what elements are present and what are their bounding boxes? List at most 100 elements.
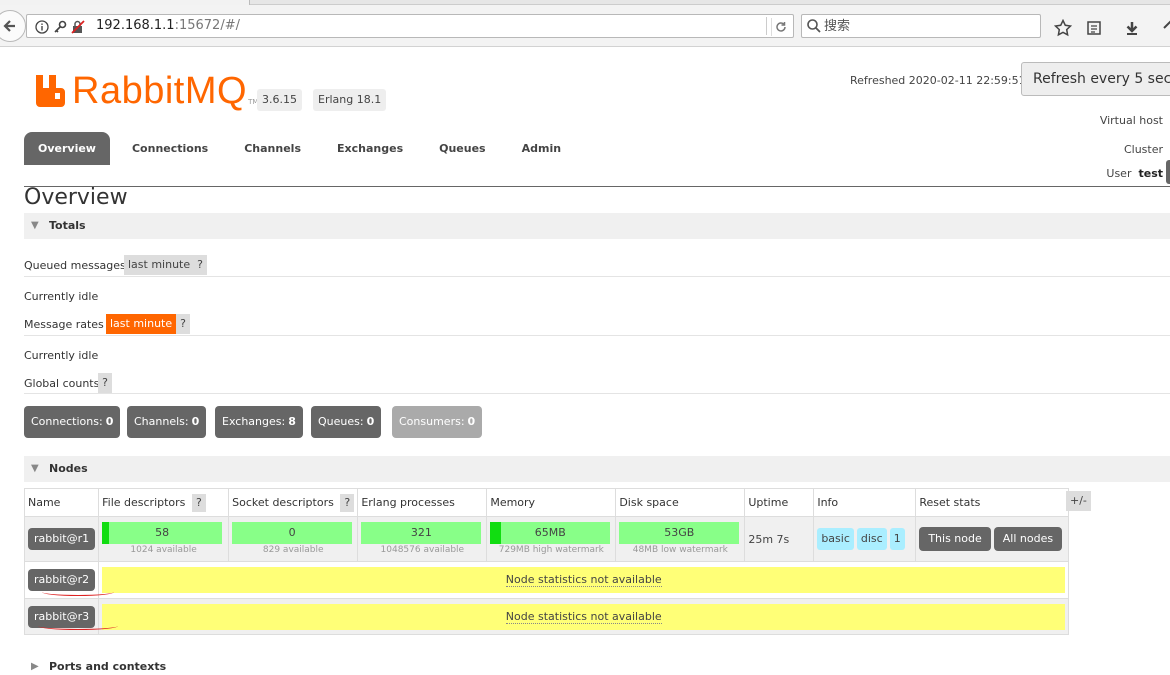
back-arrow-icon	[3, 20, 15, 32]
search-icon	[806, 18, 822, 37]
file-descriptors-available: 1024 available	[130, 545, 197, 555]
back-button[interactable]	[0, 10, 26, 42]
node-unavailable-message: Node statistics not available	[505, 609, 662, 624]
global-counts-label: Global counts	[24, 377, 100, 390]
file-descriptors-cell: 58 1024 available	[98, 516, 230, 562]
channels-count-button[interactable]: Channels: 0	[127, 406, 207, 438]
info-cell: basic disc 1	[813, 516, 917, 562]
user-name: test	[1138, 167, 1163, 180]
column-header-disk-space: Disk space	[615, 488, 746, 517]
logo-text: RabbitMQ	[72, 70, 248, 112]
url-text[interactable]: 192.168.1.1:15672/#/	[96, 18, 240, 33]
file-descriptors-help[interactable]: ?	[191, 493, 206, 512]
download-icon[interactable]	[1122, 18, 1142, 38]
nodes-table: Name File descriptors ? Socket descripto…	[23, 488, 1070, 635]
collapse-triangle-icon: ▼	[31, 220, 39, 231]
socket-descriptors-cell: 0 829 available	[228, 516, 359, 562]
queued-status: Currently idle	[24, 290, 99, 303]
cluster-label: Cluster	[1123, 143, 1163, 156]
erlang-processes-meter: 321	[361, 522, 482, 544]
search-input[interactable]	[824, 17, 1034, 35]
exchanges-count-button[interactable]: Exchanges: 8	[215, 406, 303, 438]
tab-channels[interactable]: Channels	[230, 132, 315, 165]
column-toggle-button[interactable]: +/-	[1066, 491, 1091, 511]
reading-list-icon[interactable]	[1084, 18, 1104, 38]
erlang-processes-available: 1048576 available	[380, 545, 465, 555]
reload-button[interactable]	[771, 18, 789, 36]
column-header-uptime: Uptime	[744, 488, 815, 517]
message-rates-range[interactable]: last minute	[106, 314, 177, 334]
tab-admin[interactable]: Admin	[508, 132, 575, 165]
consumers-count-button[interactable]: Consumers: 0	[392, 406, 483, 438]
file-descriptors-meter: 58	[102, 522, 223, 544]
reset-stats-cell: This node All nodes	[915, 516, 1070, 562]
bookmark-star-icon[interactable]	[1053, 18, 1073, 38]
search-bar[interactable]	[801, 14, 1041, 38]
divider	[24, 393, 1170, 394]
socket-descriptors-help[interactable]: ?	[340, 493, 355, 512]
meter-fill	[102, 522, 110, 544]
reset-all-nodes-button[interactable]: All nodes	[993, 527, 1063, 551]
logout-button[interactable]	[1166, 160, 1170, 184]
reload-icon	[775, 22, 786, 32]
rabbitmq-logo: RabbitMQ TM	[36, 70, 258, 110]
node-name-r1[interactable]: rabbit@r1	[28, 528, 96, 550]
erlang-version-badge: Erlang 18.1	[313, 89, 387, 111]
nav-divider	[24, 186, 1170, 187]
socket-descriptors-available: 829 available	[262, 545, 324, 555]
user-label: User	[1106, 167, 1132, 180]
expand-triangle-icon: ▶	[31, 661, 39, 672]
red-underline-annotation	[38, 622, 118, 630]
refreshed-timestamp: Refreshed 2020-02-11 22:59:51	[850, 74, 1026, 87]
ports-section-header[interactable]: ▶ Ports and contexts	[24, 654, 1170, 675]
virtual-host-label: Virtual host	[1099, 114, 1163, 127]
queued-messages-label: Queued messages	[24, 259, 126, 272]
memory-meter: 65MB	[490, 522, 611, 544]
tab-queues[interactable]: Queues	[425, 132, 499, 165]
table-header-row: Name File descriptors ? Socket descripto…	[23, 488, 1070, 517]
connections-count-button[interactable]: Connections: 0	[24, 406, 121, 438]
message-rates-help[interactable]: ?	[176, 314, 190, 334]
column-header-name: Name	[23, 488, 100, 517]
node-unavailable-cell: Node statistics not available	[98, 598, 1070, 635]
column-header-reset-stats: Reset stats	[915, 488, 1070, 517]
address-bar[interactable]: 192.168.1.1:15672/#/	[26, 14, 794, 38]
table-row: rabbit@r2 Node statistics not available	[23, 561, 1070, 599]
nodes-section-header[interactable]: ▼ Nodes	[24, 456, 1170, 482]
divider	[24, 335, 1170, 336]
ports-title: Ports and contexts	[49, 660, 167, 673]
url-divider	[766, 17, 767, 35]
nodes-title: Nodes	[49, 462, 88, 475]
insecure-lock-icon[interactable]	[70, 19, 86, 35]
node-unavailable-cell: Node statistics not available	[98, 561, 1070, 599]
memory-cell: 65MB 729MB high watermark	[486, 516, 617, 562]
table-row: rabbit@r1 58 1024 available 0 829 availa…	[23, 516, 1070, 562]
rabbitmq-logo-icon	[36, 75, 65, 107]
refresh-interval-select[interactable]: Refresh every 5 seconds	[1021, 62, 1170, 96]
node-unavailable-banner: Node statistics not available	[102, 603, 1066, 630]
node-unavailable-banner: Node statistics not available	[102, 567, 1066, 593]
node-name-cell: rabbit@r1	[23, 516, 100, 562]
home-icon[interactable]	[1160, 18, 1170, 38]
queues-count-button[interactable]: Queues: 0	[311, 406, 382, 438]
queued-messages-help[interactable]: ?	[193, 255, 207, 275]
collapse-triangle-icon: ▼	[31, 463, 39, 474]
reset-this-node-button[interactable]: This node	[919, 527, 991, 551]
tab-overview[interactable]: Overview	[24, 132, 110, 165]
socket-descriptors-meter: 0	[232, 522, 353, 544]
node-unavailable-message: Node statistics not available	[505, 573, 662, 587]
queued-messages-range[interactable]: last minute	[124, 255, 195, 275]
disk-low-watermark: 48MB low watermark	[632, 545, 728, 555]
totals-section-header[interactable]: ▼ Totals	[24, 213, 1170, 239]
tab-connections[interactable]: Connections	[118, 132, 222, 165]
key-icon[interactable]	[52, 19, 68, 35]
tab-exchanges[interactable]: Exchanges	[323, 132, 417, 165]
version-badge: 3.6.15	[257, 89, 302, 111]
meter-fill	[490, 522, 502, 544]
disk-space-meter: 53GB	[619, 522, 740, 544]
info-badge-disc: disc	[856, 528, 887, 550]
column-header-info: Info	[813, 488, 917, 517]
column-header-memory: Memory	[486, 488, 617, 517]
global-counts-help[interactable]: ?	[98, 373, 112, 393]
info-icon[interactable]	[34, 19, 50, 35]
